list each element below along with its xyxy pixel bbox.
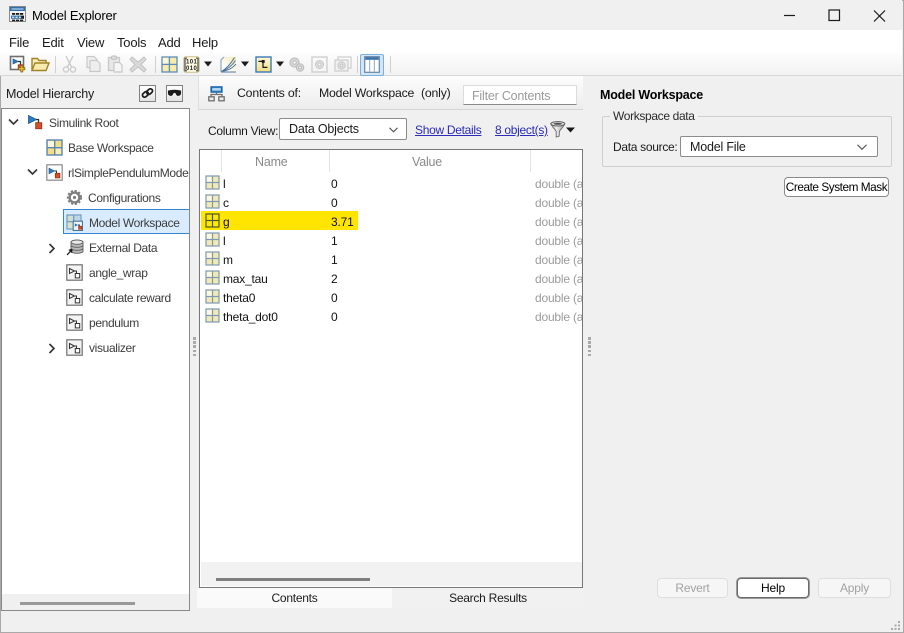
svg-text:101: 101: [186, 60, 197, 66]
svg-text:010: 010: [186, 66, 197, 72]
